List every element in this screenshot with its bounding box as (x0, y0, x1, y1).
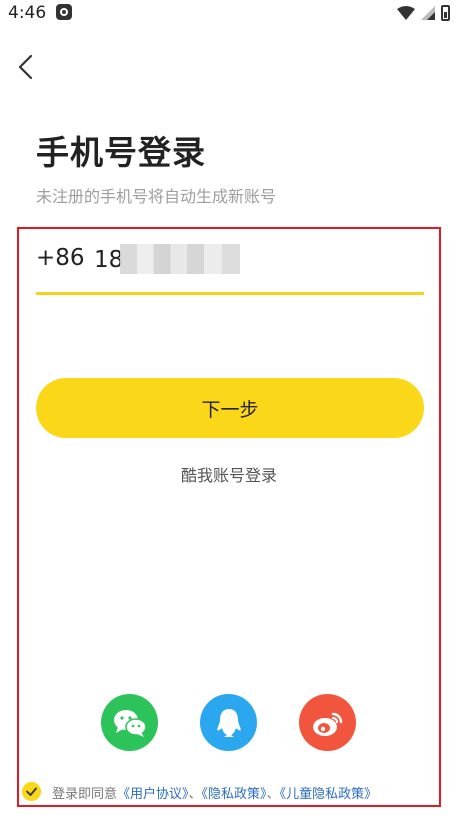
notification-app-icon (56, 4, 72, 20)
social-login-row (0, 694, 458, 752)
agreement-text: 登录即同意《用户协议》、《隐私政策》、《儿童隐私政策》 (52, 783, 377, 802)
agreement-checkbox[interactable] (22, 782, 41, 801)
agreement-row: 登录即同意《用户协议》、《隐私政策》、《儿童隐私政策》 (22, 780, 442, 804)
battery-icon (441, 5, 450, 21)
status-icons (397, 4, 450, 22)
phone-row: +86 (36, 240, 424, 280)
agreement-separator: 、 (188, 787, 202, 802)
status-time: 4:46 (8, 3, 47, 23)
kuwo-account-login-link[interactable]: 酷我账号登录 (0, 462, 458, 486)
wechat-login-button[interactable] (101, 694, 158, 751)
back-button[interactable] (12, 52, 42, 82)
qq-login-button[interactable] (200, 694, 257, 751)
wifi-icon (397, 6, 415, 20)
page-subtitle: 未注册的手机号将自动生成新账号 (36, 187, 277, 206)
status-bar: 4:46 (0, 0, 458, 26)
wechat-icon (113, 709, 147, 737)
next-button[interactable]: 下一步 (36, 378, 424, 438)
phone-input-underline (36, 292, 424, 295)
agreement-prefix: 登录即同意 (52, 787, 118, 802)
privacy-policy-link[interactable]: 《隐私政策》 (202, 787, 267, 802)
page-title: 手机号登录 (36, 133, 206, 172)
agreement-separator: 、 (266, 787, 280, 802)
weibo-icon (312, 712, 342, 736)
user-agreement-link[interactable]: 《用户协议》 (117, 787, 189, 802)
country-code[interactable]: +86 (36, 245, 85, 271)
qq-icon (216, 708, 241, 737)
child-privacy-policy-link[interactable]: 《儿童隐私政策》 (280, 787, 378, 802)
phone-number-redaction (120, 244, 240, 274)
signal-icon (421, 6, 435, 20)
weibo-login-button[interactable] (299, 694, 356, 751)
